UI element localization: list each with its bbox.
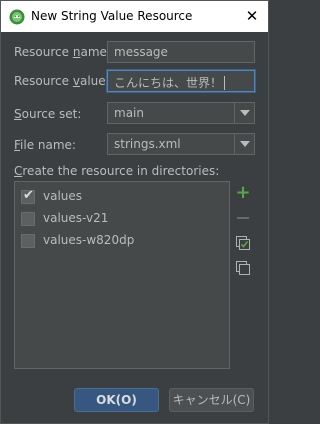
text-caret xyxy=(224,76,226,90)
checkmark-icon: ✔ xyxy=(23,188,34,203)
source-set-dropdown[interactable]: main xyxy=(107,102,255,124)
values-checkbox[interactable]: ✔ xyxy=(21,188,35,204)
chevron-down-icon xyxy=(240,110,250,116)
resource-value-input[interactable]: こんにちは、世界！ xyxy=(107,70,255,92)
window-title: New String Value Resource xyxy=(31,9,193,23)
resource-value-value: こんにちは、世界！ xyxy=(114,76,223,90)
copy-icon xyxy=(236,261,250,275)
directory-item-values-w820dp[interactable]: values-w820dp xyxy=(21,232,221,250)
values-w820dp-checkbox[interactable] xyxy=(21,234,35,248)
file-name-dropdown-button[interactable] xyxy=(234,134,254,154)
source-set-dropdown-button[interactable] xyxy=(234,103,254,123)
resource-name-label: Resource name: xyxy=(14,45,111,59)
directory-item-label: values-v21 xyxy=(43,211,109,225)
add-directory-button[interactable]: + xyxy=(235,182,251,203)
directory-item-values[interactable]: ✔ values xyxy=(21,188,221,206)
title-bar[interactable]: New String Value Resource ✕ xyxy=(1,1,268,32)
copy-directories-button[interactable] xyxy=(235,260,251,276)
directory-item-values-v21[interactable]: values-v21 xyxy=(21,210,221,228)
dialog-window: New String Value Resource ✕ Resource nam… xyxy=(0,0,269,424)
select-all-icon xyxy=(236,236,250,250)
minus-icon xyxy=(237,217,249,219)
directories-label: Create the resource in directories: xyxy=(14,164,220,178)
file-name-dropdown[interactable]: strings.xml xyxy=(107,133,255,155)
android-studio-icon xyxy=(9,9,25,25)
file-name-value: strings.xml xyxy=(114,137,181,151)
remove-directory-button[interactable] xyxy=(235,210,251,226)
select-all-button[interactable] xyxy=(235,235,251,251)
chevron-down-icon xyxy=(240,141,250,147)
source-set-value: main xyxy=(114,106,144,120)
ok-button[interactable]: OK(O) xyxy=(74,388,159,412)
resource-name-input[interactable]: message xyxy=(107,41,255,63)
plus-icon: + xyxy=(235,182,251,203)
file-name-label: File name: xyxy=(14,138,76,152)
directory-item-label: values-w820dp xyxy=(43,233,135,247)
resource-name-value: message xyxy=(114,45,168,59)
close-icon[interactable]: ✕ xyxy=(238,3,266,30)
directories-list[interactable]: ✔ values values-v21 values-w820dp xyxy=(14,181,230,369)
resource-value-label: Resource value: xyxy=(14,74,110,88)
directory-item-label: values xyxy=(43,189,83,203)
source-set-label: Source set: xyxy=(14,107,82,121)
cancel-button[interactable]: キャンセル(C) xyxy=(169,388,254,412)
values-v21-checkbox[interactable] xyxy=(21,212,35,226)
